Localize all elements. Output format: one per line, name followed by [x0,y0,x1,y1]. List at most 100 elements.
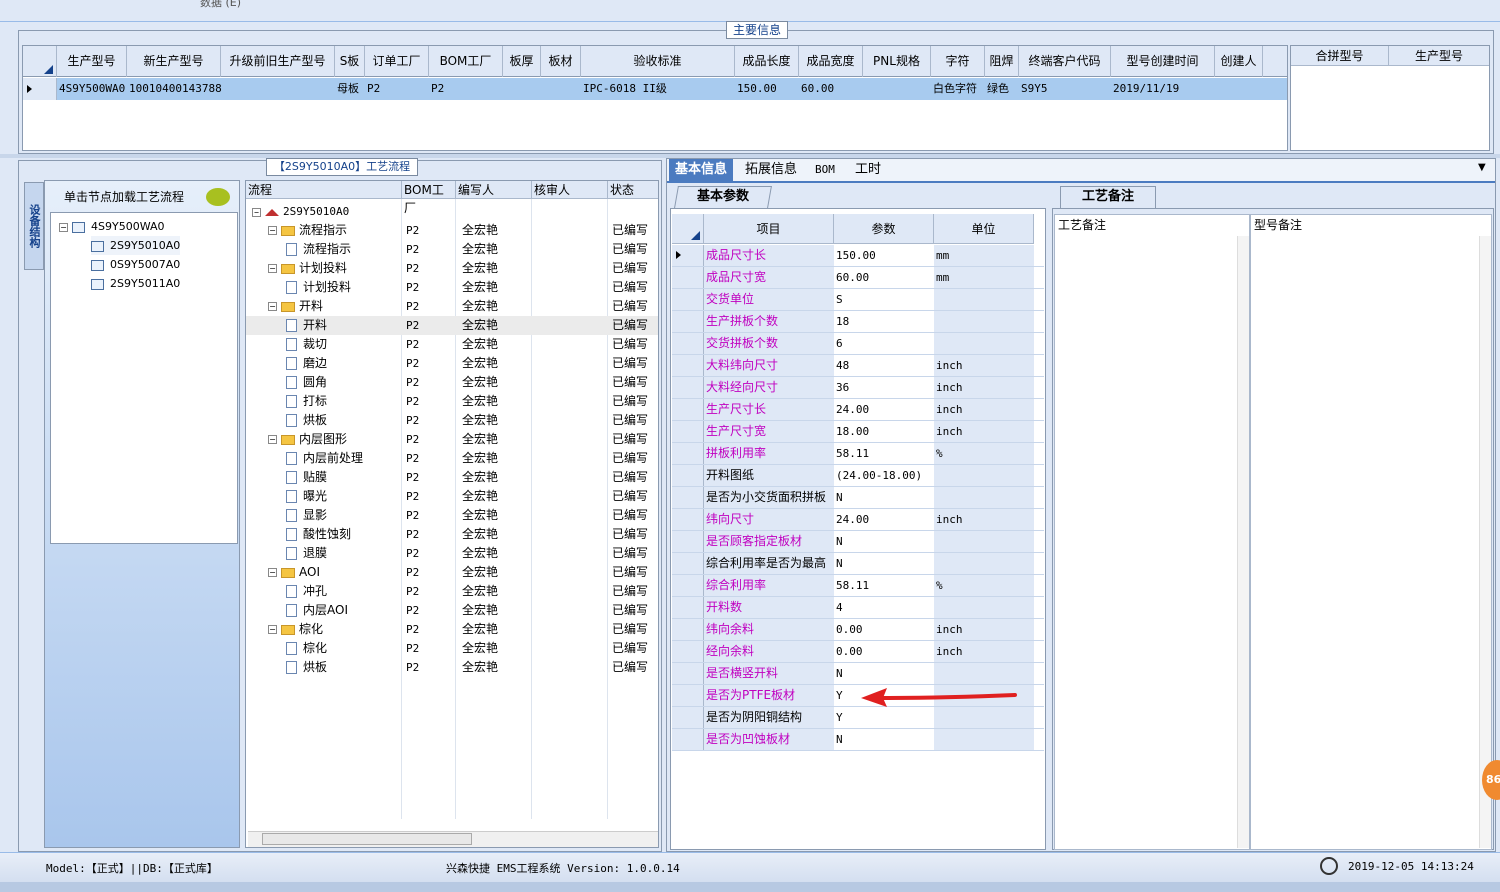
flow-row[interactable]: 酸性蚀刻 P2 全宏艳 已编写 [246,525,658,544]
param-value[interactable]: N [834,531,934,552]
flow-row[interactable]: 开料 P2 全宏艳 已编写 [246,316,658,335]
flow-row[interactable]: 流程指示 P2 全宏艳 已编写 [246,240,658,259]
param-row[interactable]: 综合利用率是否为最高 N [672,553,1044,575]
flow-row[interactable]: 烘板 P2 全宏艳 已编写 [246,411,658,430]
grid-cell[interactable]: 2019/11/19 [1113,78,1215,100]
process-notes-tab[interactable]: 工艺备注 [1060,186,1156,208]
grid-cell[interactable]: 母板 [337,78,365,100]
flow-row[interactable]: 内层AOI P2 全宏艳 已编写 [246,601,658,620]
process-notes-column[interactable] [1054,214,1250,850]
flow-row[interactable]: − 计划投料 P2 全宏艳 已编写 [246,259,658,278]
flow-row[interactable]: 圆角 P2 全宏艳 已编写 [246,373,658,392]
param-value[interactable]: N [834,729,934,750]
param-value[interactable]: N [834,553,934,574]
grid-col-header[interactable]: S板 [335,46,365,77]
tab-bom[interactable]: BOM [809,159,841,181]
grid-col-header[interactable]: 板厚 [503,46,541,77]
flow-row[interactable]: 退膜 P2 全宏艳 已编写 [246,544,658,563]
grid-cell[interactable]: 绿色 [987,78,1019,100]
param-value[interactable]: 18 [834,311,934,332]
param-value[interactable]: 24.00 [834,509,934,530]
grid-cell[interactable]: P2 [431,78,503,100]
flow-row[interactable]: 裁切 P2 全宏艳 已编写 [246,335,658,354]
param-value[interactable]: 6 [834,333,934,354]
grid-col-header[interactable]: 成品宽度 [799,46,863,77]
grid-col-header[interactable]: 升级前旧生产型号 [221,46,335,77]
flow-row[interactable]: 计划投料 P2 全宏艳 已编写 [246,278,658,297]
grid-col-header[interactable]: 创建人 [1215,46,1263,77]
structure-tree[interactable]: − 4S9Y500WA0 2S9Y5010A0 0S9Y5007A0 2S9Y50… [50,212,238,544]
collapse-icon[interactable]: − [252,207,261,217]
flow-col-writer[interactable]: 编写人 [456,181,532,199]
flow-row[interactable]: − 流程指示 P2 全宏艳 已编写 [246,221,658,240]
table-row[interactable]: 4S9Y500WA0 10010400143788 母板 P2 P2 IPC-6018 I… [23,78,1287,100]
merge-col-combined[interactable]: 合拼型号 [1291,46,1389,66]
tab-basic-info[interactable]: 基本信息 [669,159,734,181]
grid-cell[interactable]: 4S9Y500WA0 [59,78,127,100]
params-col-item[interactable]: 项目 [704,214,834,244]
grid-col-header[interactable]: 新生产型号 [127,46,221,77]
product-grid[interactable]: 生产型号 新生产型号 升级前旧生产型号 S板 订单工厂 BOM工厂 板厚 板材 验收标准 成品长度… [22,45,1288,151]
flow-row[interactable]: 显影 P2 全宏艳 已编写 [246,506,658,525]
flow-row[interactable]: 内层前处理 P2 全宏艳 已编写 [246,449,658,468]
param-value[interactable]: 58.11 [834,443,934,464]
tree-node[interactable]: 2S9Y5011A0 [91,274,180,293]
param-row[interactable]: 大料经向尺寸 36 inch [672,377,1044,399]
param-value[interactable]: 24.00 [834,399,934,420]
param-row[interactable]: 开料数 4 [672,597,1044,619]
basic-params-tab[interactable]: 基本参数 [674,186,772,208]
grid-col-header[interactable]: 验收标准 [581,46,735,77]
param-row[interactable]: 拼板利用率 58.11% [672,443,1044,465]
collapse-icon[interactable]: − [268,226,277,235]
flow-col-bom[interactable]: BOM工厂 [402,181,456,215]
equipment-structure-tab[interactable]: 设备结构 [24,182,44,270]
param-value[interactable]: 4 [834,597,934,618]
flow-row[interactable]: − 棕化 P2 全宏艳 已编写 [246,620,658,639]
tab-work-hours[interactable]: 工时 [849,159,887,181]
grid-col-header[interactable]: 终端客户代码 [1019,46,1111,77]
tree-node[interactable]: − 4S9Y500WA0 [59,217,165,236]
grid-col-header[interactable]: 字符 [931,46,985,77]
model-notes-column[interactable] [1250,214,1492,850]
param-value[interactable]: N [834,663,934,684]
param-value[interactable]: 18.00 [834,421,934,442]
flow-row[interactable]: 打标 P2 全宏艳 已编写 [246,392,658,411]
tree-node[interactable]: 2S9Y5010A0 [91,236,181,255]
tab-extended-info[interactable]: 拓展信息 [739,159,803,181]
grid-cell[interactable]: 10010400143788 [129,78,221,100]
flow-row[interactable]: 烘板 P2 全宏艳 已编写 [246,658,658,677]
param-value[interactable]: 60.00 [834,267,934,288]
param-value[interactable]: 0.00 [834,619,934,640]
collapse-icon[interactable]: − [268,264,277,273]
param-value[interactable]: 0.00 [834,641,934,662]
grid-col-header[interactable]: 板材 [541,46,581,77]
flow-row[interactable]: 棕化 P2 全宏艳 已编写 [246,639,658,658]
collapse-icon[interactable]: − [268,625,277,634]
param-row[interactable]: 是否顾客指定板材 N [672,531,1044,553]
flow-row[interactable]: 曝光 P2 全宏艳 已编写 [246,487,658,506]
flow-row[interactable]: − 开料 P2 全宏艳 已编写 [246,297,658,316]
flow-col-reviewer[interactable]: 核审人 [532,181,608,199]
param-row[interactable]: 生产拼板个数 18 [672,311,1044,333]
param-row[interactable]: 成品尺寸长 150.00 mm [672,245,1044,267]
param-value[interactable]: 150.00 [834,245,934,266]
flow-col-status[interactable]: 状态 [608,181,658,199]
grid-cell[interactable]: S9Y5 [1021,78,1111,100]
scrollbar-thumb[interactable] [262,833,472,845]
param-row[interactable]: 交货拼板个数 6 [672,333,1044,355]
grid-col-header[interactable]: PNL规格 [863,46,931,77]
param-row[interactable]: 纬向余料 0.00 inch [672,619,1044,641]
param-row[interactable]: 生产尺寸长 24.00 inch [672,399,1044,421]
grid-cell[interactable]: P2 [367,78,429,100]
grid-col-header[interactable]: 成品长度 [735,46,799,77]
param-row[interactable]: 是否为阴阳铜结构 Y [672,707,1044,729]
grid-cell[interactable]: IPC-6018 II级 [583,78,735,100]
param-row[interactable]: 经向余料 0.00 inch [672,641,1044,663]
flow-col-name[interactable]: 流程 [246,181,402,199]
model-notes-scrollbar[interactable] [1479,236,1491,848]
merge-col-production[interactable]: 生产型号 [1389,46,1489,66]
param-row[interactable]: 是否为凹蚀板材 N [672,729,1044,751]
flow-row[interactable]: 磨边 P2 全宏艳 已编写 [246,354,658,373]
param-row[interactable]: 开料图纸 (24.00-18.00) [672,465,1044,487]
grid-cell[interactable] [1217,78,1263,100]
